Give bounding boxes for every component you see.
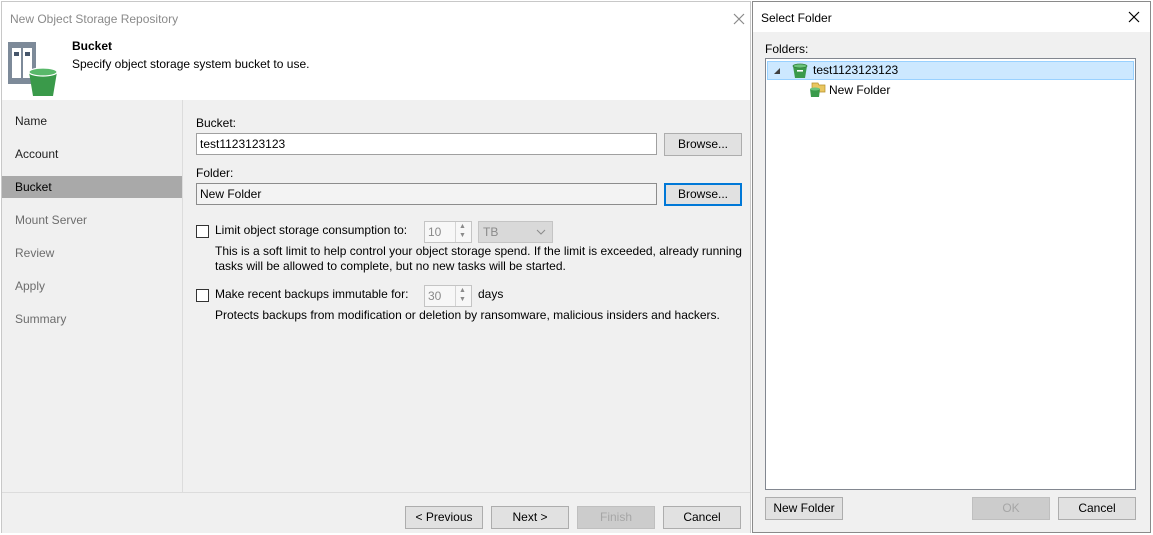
wizard-header: Bucket Specify object storage system buc… bbox=[2, 36, 750, 100]
bucket-field[interactable]: test1123123123 bbox=[196, 133, 657, 155]
chevron-up-icon: ▲ bbox=[459, 287, 466, 294]
tree-node-new-folder[interactable]: New Folder bbox=[767, 81, 1134, 100]
limit-value-stepper: 10 ▲ ▼ bbox=[424, 221, 472, 243]
nav-item-account[interactable]: Account bbox=[2, 143, 182, 165]
page-subtitle: Specify object storage system bucket to … bbox=[72, 57, 310, 71]
browse-folder-button[interactable]: Browse... bbox=[664, 183, 742, 206]
wizard-titlebar: New Object Storage Repository bbox=[2, 2, 750, 36]
folder-field[interactable]: New Folder bbox=[196, 183, 657, 205]
browse-bucket-button[interactable]: Browse... bbox=[664, 133, 742, 156]
limit-value: 10 bbox=[428, 225, 442, 239]
immutable-days-value: 30 bbox=[428, 289, 442, 303]
limit-consumption-checkbox[interactable] bbox=[196, 225, 209, 238]
wizard-footer: < Previous Next > Finish Cancel bbox=[2, 492, 750, 533]
chevron-down-icon bbox=[536, 229, 546, 235]
dialog-titlebar: Select Folder bbox=[753, 2, 1150, 32]
limit-description-line-2: tasks will be allowed to complete, but n… bbox=[215, 259, 566, 273]
immutable-checkbox[interactable] bbox=[196, 289, 209, 302]
immutable-description: Protects backups from modification or de… bbox=[215, 308, 720, 322]
immutable-unit-label: days bbox=[478, 287, 504, 301]
folder-tree: test1123123123 New Folder bbox=[765, 58, 1136, 490]
bucket-settings-panel: Bucket: test1123123123 Browse... Folder:… bbox=[183, 100, 750, 492]
nav-item-summary: Summary bbox=[15, 312, 67, 326]
tree-node-new-folder-label: New Folder bbox=[829, 83, 891, 97]
next-button[interactable]: Next > bbox=[491, 506, 569, 529]
limit-description: This is a soft limit to help control you… bbox=[215, 244, 745, 274]
immutable-label[interactable]: Make recent backups immutable for: bbox=[215, 287, 408, 301]
immutable-days-stepper: 30 ▲ ▼ bbox=[424, 285, 472, 307]
nav-item-apply: Apply bbox=[15, 279, 46, 293]
stepper-arrows: ▲ ▼ bbox=[455, 222, 471, 242]
new-folder-button[interactable]: New Folder bbox=[765, 497, 843, 520]
limit-description-line-1: This is a soft limit to help control you… bbox=[215, 244, 742, 258]
page-title: Bucket bbox=[72, 39, 113, 53]
tree-node-root[interactable]: test1123123123 bbox=[767, 61, 1134, 80]
bucket-icon bbox=[792, 63, 808, 78]
wizard-step-nav: Name Account Bucket Mount Server Review … bbox=[2, 100, 183, 492]
previous-button[interactable]: < Previous bbox=[405, 506, 483, 529]
tree-node-root-label: test1123123123 bbox=[813, 63, 899, 77]
stepper-arrows: ▲ ▼ bbox=[455, 286, 471, 306]
object-storage-bucket-icon bbox=[7, 40, 61, 96]
nav-item-bucket[interactable]: Bucket bbox=[2, 176, 182, 198]
dialog-cancel-button[interactable]: Cancel bbox=[1058, 497, 1136, 520]
nav-item-name[interactable]: Name bbox=[2, 110, 182, 132]
nav-item-review: Review bbox=[15, 246, 55, 260]
dialog-close-icon[interactable] bbox=[1128, 11, 1142, 25]
folder-icon bbox=[810, 82, 826, 97]
dialog-title: Select Folder bbox=[761, 11, 832, 25]
cancel-button[interactable]: Cancel bbox=[663, 506, 741, 529]
chevron-down-icon: ▼ bbox=[459, 232, 466, 239]
nav-item-mount-server: Mount Server bbox=[15, 213, 88, 227]
limit-unit-dropdown: TB bbox=[478, 221, 553, 243]
chevron-down-icon: ▼ bbox=[459, 296, 466, 303]
ok-button: OK bbox=[972, 497, 1050, 520]
wizard-title: New Object Storage Repository bbox=[10, 12, 179, 26]
new-object-storage-repository-window: New Object Storage Repository Bucket Spe… bbox=[1, 1, 751, 533]
finish-button: Finish bbox=[577, 506, 655, 529]
limit-unit-value: TB bbox=[483, 225, 499, 239]
folders-label: Folders: bbox=[765, 42, 809, 56]
wizard-close-icon[interactable] bbox=[733, 13, 747, 27]
limit-consumption-label[interactable]: Limit object storage consumption to: bbox=[215, 223, 407, 237]
select-folder-dialog: Select Folder Folders: test1123123123 Ne… bbox=[752, 1, 1151, 533]
folder-label: Folder: bbox=[196, 166, 234, 180]
expanded-arrow-icon[interactable] bbox=[773, 67, 781, 75]
bucket-label: Bucket: bbox=[196, 116, 237, 130]
chevron-up-icon: ▲ bbox=[459, 223, 466, 230]
